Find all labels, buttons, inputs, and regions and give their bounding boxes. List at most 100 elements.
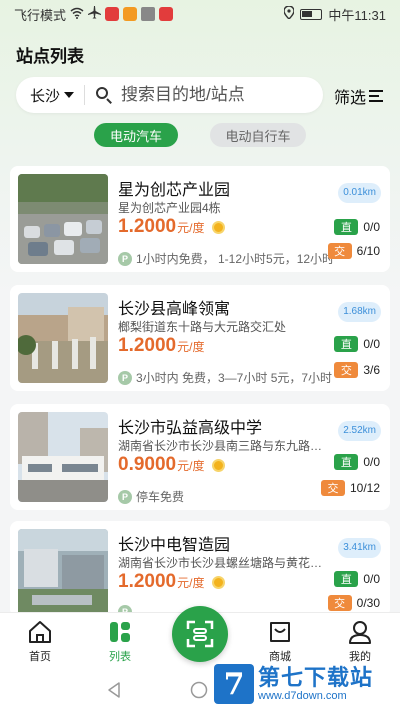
price-unit: 元/度: [177, 340, 205, 354]
station-photo: [18, 293, 108, 383]
nav-shop[interactable]: 商城: [250, 619, 310, 664]
distance-badge: 1.68km: [338, 302, 381, 322]
price-value: 0.9000: [118, 454, 177, 475]
station-card[interactable]: 长沙中电智造园 湖南省长沙市长沙县螺丝塘路与黄花大道 1.2000 元/度 P …: [10, 521, 390, 619]
nav-home-label: 首页: [29, 651, 51, 663]
station-photo: [18, 529, 108, 619]
price-unit: 元/度: [177, 221, 205, 235]
distance-badge: 2.52km: [338, 421, 381, 441]
watermark-logo: 7: [214, 664, 254, 704]
station-address: 星为创芯产业园4栋: [118, 201, 221, 215]
tab-electric-bike[interactable]: 电动自行车: [210, 123, 306, 147]
parking-text: 停车免费: [136, 490, 185, 504]
weibo-icon: [105, 7, 120, 21]
filter-icon: [369, 90, 384, 102]
airplane-icon: [88, 6, 102, 22]
parking-icon: P: [118, 489, 132, 504]
coin-icon: [212, 220, 226, 234]
dc-badge: 直: [334, 336, 359, 352]
station-card[interactable]: 长沙县高峰领寓 榔梨街道东十路与大元路交汇处 1.2000 元/度 P 3小时内…: [10, 285, 390, 391]
ac-count: 0/30: [356, 596, 380, 610]
status-bar: 飞行模式 中午11:31: [0, 0, 400, 28]
dc-status: 直 0/0: [334, 571, 380, 587]
tab-electric-car[interactable]: 电动汽车: [94, 123, 178, 147]
page-title: 站点列表: [16, 47, 84, 66]
filter-label: 筛选: [334, 90, 367, 107]
parking-info: P 停车免费: [118, 488, 333, 505]
station-price: 0.9000 元/度: [118, 454, 226, 476]
filter-button[interactable]: 筛选: [334, 84, 384, 108]
price-value: 1.2000: [118, 335, 177, 356]
nav-home[interactable]: 首页: [10, 619, 70, 664]
price-unit: 元/度: [177, 576, 205, 590]
station-address: 榔梨街道东十路与大元路交汇处: [118, 320, 287, 334]
price-value: 1.2000: [118, 571, 177, 592]
dc-status: 直 0/0: [334, 219, 380, 235]
ac-badge: 交: [334, 362, 359, 378]
dc-count: 0/0: [363, 572, 380, 586]
nav-list-label: 列表: [109, 651, 131, 663]
dc-badge: 直: [334, 571, 359, 587]
ac-count: 6/10: [356, 244, 380, 258]
ac-count: 10/12: [349, 481, 380, 495]
dc-count: 0/0: [363, 220, 380, 234]
parking-text: 3小时内 免费，3—7小时 5元，7小时以上: [136, 371, 333, 385]
parking-icon: P: [118, 251, 132, 266]
back-icon[interactable]: [105, 681, 123, 699]
user-icon: [349, 621, 371, 644]
station-card[interactable]: 星为创芯产业园 星为创芯产业园4栋 1.2000 元/度 P 1小时内免费， 1…: [10, 166, 390, 272]
news-icon: [141, 7, 156, 21]
nav-list[interactable]: 列表: [90, 619, 150, 664]
station-address: 湖南省长沙市长沙县螺丝塘路与黄花大道: [118, 556, 333, 570]
station-name: 长沙市弘益高级中学: [118, 420, 263, 437]
price-value: 1.2000: [118, 216, 177, 237]
dc-badge: 直: [334, 219, 359, 235]
wifi-icon: [70, 7, 84, 22]
watermark: 7 第七下载站 www.d7down.com: [214, 662, 394, 706]
ac-status: 交 0/30: [327, 595, 380, 611]
home-icon: [29, 621, 51, 643]
coin-icon: [212, 458, 226, 472]
city-selector[interactable]: 长沙: [16, 85, 86, 105]
ac-status: 交 3/6: [334, 362, 380, 378]
station-name: 长沙中电智造园: [118, 537, 231, 554]
search-bar: 长沙: [16, 77, 323, 113]
nav-profile[interactable]: 我的: [330, 619, 390, 664]
battery-icon: [300, 8, 323, 20]
dc-status: 直 0/0: [334, 336, 380, 352]
parking-text: 1小时内免费， 1-12小时5元，12小时以上: [136, 252, 333, 266]
parking-icon: P: [118, 370, 132, 385]
ac-badge: 交: [320, 480, 345, 496]
parking-info: P 3小时内 免费，3—7小时 5元，7小时以上: [118, 369, 333, 386]
dc-count: 0/0: [363, 455, 380, 469]
distance-badge: 3.41km: [338, 538, 381, 558]
app-notification-icon: [159, 7, 174, 21]
price-unit: 元/度: [177, 459, 205, 473]
dc-count: 0/0: [363, 337, 380, 351]
shop-icon: [270, 622, 290, 642]
dc-badge: 直: [334, 454, 359, 470]
station-card[interactable]: 长沙市弘益高级中学 湖南省长沙市长沙县南三路与东九路交汇处 0.9000 元/度…: [10, 404, 390, 510]
watermark-url: www.d7down.com: [258, 689, 347, 702]
station-price: 1.2000 元/度: [118, 571, 226, 593]
search-input[interactable]: [121, 85, 322, 105]
scan-button[interactable]: [172, 606, 228, 662]
station-price: 1.2000 元/度: [118, 335, 204, 357]
taobao-icon: [123, 7, 138, 21]
status-time: 中午11:31: [328, 7, 386, 23]
coin-icon: [212, 575, 226, 589]
watermark-title: 第七下载站: [258, 664, 374, 690]
ac-status: 交 6/10: [327, 243, 380, 259]
station-name: 星为创芯产业园: [118, 182, 231, 199]
station-address: 湖南省长沙市长沙县南三路与东九路交汇处: [118, 439, 333, 453]
dc-status: 直 0/0: [334, 454, 380, 470]
station-photo: [18, 174, 108, 264]
location-icon: [283, 5, 296, 22]
home-circle-icon[interactable]: [190, 681, 208, 699]
caret-down-icon: [64, 92, 75, 98]
ac-status: 交 10/12: [320, 480, 380, 496]
list-icon: [110, 622, 130, 642]
city-label: 长沙: [30, 87, 61, 105]
scan-icon: [186, 620, 214, 648]
ac-count: 3/6: [363, 363, 380, 377]
